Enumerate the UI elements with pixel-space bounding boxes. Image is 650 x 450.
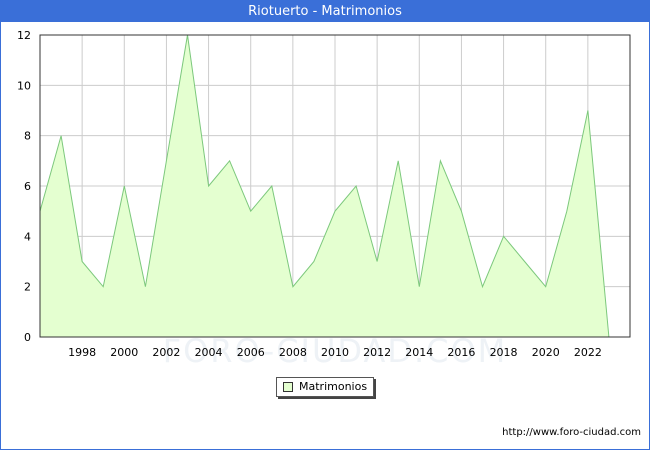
x-tick-label: 2016 [447, 346, 475, 359]
y-tick-label: 0 [24, 331, 31, 344]
x-tick-label: 1998 [68, 346, 96, 359]
data-point [271, 185, 273, 187]
legend: Matrimonios [276, 377, 374, 397]
data-point [376, 261, 378, 263]
x-tick-label: 2006 [237, 346, 265, 359]
data-point [545, 286, 547, 288]
data-point [81, 261, 83, 263]
x-tick-label: 2002 [152, 346, 180, 359]
data-point [229, 160, 231, 162]
y-tick-label: 12 [17, 29, 31, 42]
x-tick-label: 2022 [574, 346, 602, 359]
x-tick-label: 2020 [532, 346, 560, 359]
data-point [503, 235, 505, 237]
data-point [460, 210, 462, 212]
data-point [102, 286, 104, 288]
data-point [60, 135, 62, 137]
data-point [439, 160, 441, 162]
data-point [334, 210, 336, 212]
legend-swatch [283, 382, 293, 392]
data-point [566, 210, 568, 212]
y-tick-label: 10 [17, 79, 31, 92]
data-point [482, 286, 484, 288]
data-point [355, 185, 357, 187]
source-url: http://www.foro-ciudad.com [502, 427, 641, 438]
data-point [292, 286, 294, 288]
y-tick-label: 6 [24, 180, 31, 193]
data-point [524, 261, 526, 263]
data-point [418, 286, 420, 288]
data-point [165, 160, 167, 162]
data-point [313, 261, 315, 263]
data-point [587, 110, 589, 112]
x-tick-label: 2004 [195, 346, 223, 359]
legend-label: Matrimonios [299, 380, 368, 393]
data-point [144, 286, 146, 288]
x-tick-label: 2000 [110, 346, 138, 359]
x-tick-label: 2018 [490, 346, 518, 359]
x-tick-label: 2008 [279, 346, 307, 359]
y-tick-label: 2 [24, 281, 31, 294]
data-point [123, 185, 125, 187]
x-tick-label: 2014 [405, 346, 433, 359]
data-point [250, 210, 252, 212]
y-tick-label: 8 [24, 130, 31, 143]
y-tick-label: 4 [24, 230, 31, 243]
x-tick-label: 2010 [321, 346, 349, 359]
data-point [208, 185, 210, 187]
x-tick-label: 2012 [363, 346, 391, 359]
data-point [397, 160, 399, 162]
